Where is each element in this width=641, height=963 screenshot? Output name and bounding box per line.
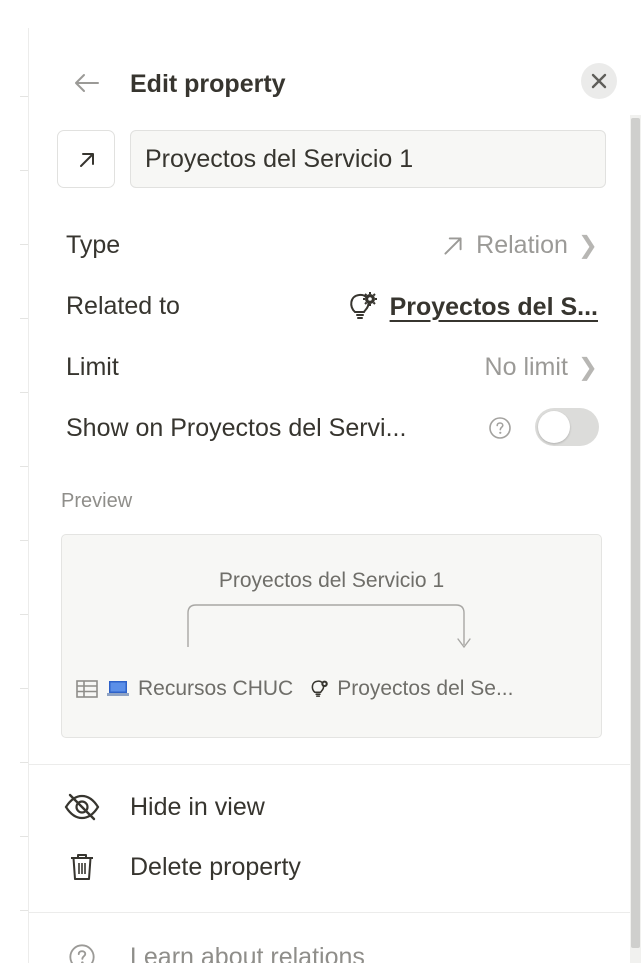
relation-arrow-icon (80, 153, 94, 167)
table-gridline (20, 910, 28, 911)
type-value: Relation (476, 231, 568, 259)
table-gridline (20, 836, 28, 837)
footer-divider (28, 912, 630, 913)
table-gridline (20, 466, 28, 467)
type-label: Type (66, 231, 121, 259)
arrow-left-icon[interactable] (70, 66, 104, 100)
delete-property-item[interactable]: Delete property (62, 850, 301, 884)
limit-label: Limit (66, 353, 119, 381)
related-to-value: Proyectos del S... (389, 292, 598, 321)
learn-about-relations-label: Learn about relations (130, 942, 365, 963)
property-icon-button[interactable] (57, 130, 115, 188)
laptop-icon (107, 681, 129, 696)
limit-value: No limit (484, 353, 568, 381)
property-name-input[interactable] (130, 130, 606, 188)
show-on-label: Show on Proyectos del Servi... (66, 414, 407, 442)
hide-in-view-item[interactable]: Hide in view (62, 790, 265, 824)
panel-left-border (28, 28, 29, 963)
preview-property-name: Proyectos del Servicio 1 (218, 569, 445, 592)
help-circle-icon[interactable] (488, 416, 512, 440)
table-gridline (20, 540, 28, 541)
preview-databases: Recursos CHUC Proyectos del Se... (76, 677, 513, 701)
table-gridline (20, 614, 28, 615)
table-gridline (20, 96, 28, 97)
table-gridline (20, 170, 28, 171)
lightbulb-gear-icon (349, 292, 377, 319)
trash-icon (62, 850, 102, 884)
learn-about-relations-link[interactable]: Learn about relations (62, 940, 365, 963)
delete-property-label: Delete property (130, 852, 301, 881)
close-button[interactable] (581, 63, 617, 99)
table-gridline (20, 244, 28, 245)
type-selector[interactable]: Relation ❯ (440, 231, 598, 260)
table-gridline (20, 392, 28, 393)
table-gridline (20, 762, 28, 763)
hide-in-view-label: Hide in view (130, 792, 265, 821)
chevron-right-icon: ❯ (577, 354, 598, 381)
related-to-selector[interactable]: Proyectos del S... (346, 290, 598, 324)
close-icon (591, 73, 607, 89)
menu-divider (28, 764, 630, 765)
lightbulb-gear-icon (311, 680, 328, 697)
relation-preview: Proyectos del Servicio 1 Recursos CHUC P… (61, 534, 602, 738)
table-icon (76, 680, 98, 698)
related-to-label: Related to (66, 292, 180, 320)
preview-label: Preview (61, 490, 133, 512)
edit-property-panel: Edit property Type Relation ❯ Related to… (0, 0, 641, 963)
table-gridline (20, 318, 28, 319)
toggle-knob (538, 411, 570, 443)
table-gridline (20, 688, 28, 689)
show-on-toggle[interactable] (535, 408, 599, 446)
relation-connector-arrow (187, 604, 471, 649)
preview-source-db: Recursos CHUC (138, 677, 294, 700)
scrollbar-thumb[interactable] (631, 118, 640, 948)
relation-arrow-icon (444, 236, 462, 255)
preview-target-db: Proyectos del Se... (337, 677, 514, 700)
chevron-right-icon: ❯ (577, 232, 598, 259)
panel-title: Edit property (130, 70, 286, 98)
limit-selector[interactable]: No limit ❯ (485, 353, 598, 382)
eye-slash-icon (62, 790, 102, 824)
help-circle-icon (62, 940, 102, 963)
